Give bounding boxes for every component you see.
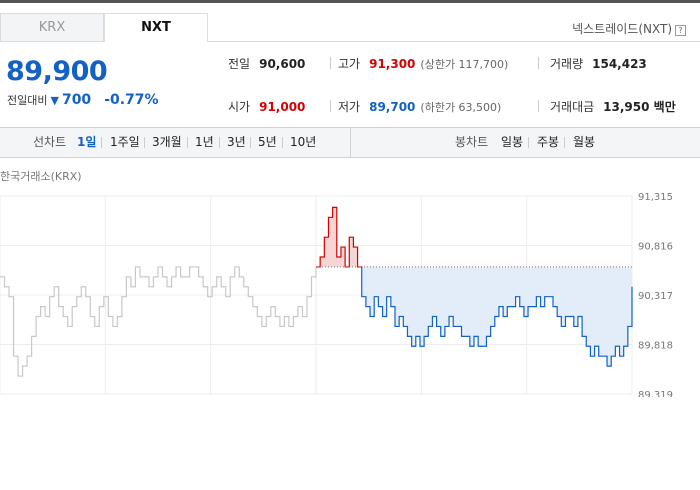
period-3y[interactable]: 3년 (227, 128, 246, 157)
y-tick-label: 89,319 (638, 390, 673, 397)
candle-weekly[interactable]: 주봉 (537, 128, 559, 157)
question-mark-icon[interactable]: ? (675, 25, 686, 36)
exchange-label-text: 넥스트레이드(NXT) (572, 22, 672, 36)
divider (330, 100, 331, 112)
y-tick-label: 91,315 (638, 192, 673, 203)
top-border (0, 0, 700, 3)
stat-volume: 거래량 154,423 (550, 55, 647, 72)
divider (330, 57, 331, 69)
stat-label: 고가 (338, 57, 361, 71)
tab-nxt[interactable]: NXT (104, 13, 208, 42)
divider (538, 57, 539, 69)
change-label: 전일대비 (7, 94, 48, 107)
y-tick-label: 89,818 (638, 341, 673, 352)
divider (564, 137, 565, 148)
divider (187, 137, 188, 148)
stat-label: 거래대금 (550, 100, 595, 114)
stat-value: 91,000 (259, 100, 306, 114)
candle-daily[interactable]: 일봉 (501, 128, 523, 157)
stat-sub: (하한가 63,500) (420, 101, 502, 114)
stat-value: 91,300 (369, 57, 416, 71)
divider (101, 137, 102, 148)
current-price: 89,900 (6, 56, 108, 87)
y-tick-label: 90,816 (638, 242, 673, 253)
stat-high: 고가 91,300 (상한가 117,700) (338, 55, 508, 72)
divider (250, 137, 251, 148)
exchange-label: 넥스트레이드(NXT)? (572, 20, 686, 37)
divider (219, 137, 220, 148)
candle-chart-label: 봉차트 (455, 135, 489, 149)
change-percent: -0.77% (104, 92, 159, 108)
stat-label: 저가 (338, 100, 361, 114)
stat-sub: (상한가 117,700) (420, 58, 509, 71)
stat-value: 90,600 (259, 57, 306, 71)
down-triangle-icon: ▼ (50, 93, 59, 107)
period-5y[interactable]: 5년 (258, 128, 277, 157)
stat-label: 거래량 (550, 57, 584, 71)
chart-controls: 선차트 1일 1주일 3개월 1년 3년 5년 10년 봉차트 일봉 주봉 월봉 (0, 127, 700, 158)
period-3m[interactable]: 3개월 (152, 128, 182, 157)
stat-value: 89,700 (369, 100, 416, 114)
line-chart-label: 선차트 (33, 135, 67, 149)
stat-open: 시가 91,000 (228, 98, 305, 115)
divider (282, 137, 283, 148)
stat-value: 154,423 (592, 57, 647, 71)
period-1w[interactable]: 1주일 (110, 128, 140, 157)
stat-low: 저가 89,700 (하한가 63,500) (338, 98, 501, 115)
y-tick-label: 90,317 (638, 291, 673, 302)
divider (144, 137, 145, 148)
divider (350, 128, 351, 157)
stat-label: 전일 (228, 57, 251, 71)
tab-krx[interactable]: KRX (0, 13, 104, 42)
price-chart: 91,315 90,816 90,317 89,818 89,319 (0, 192, 673, 397)
divider (528, 137, 529, 148)
krx-series-line (0, 266, 317, 377)
period-10y[interactable]: 10년 (290, 128, 316, 157)
period-1y[interactable]: 1년 (195, 128, 214, 157)
change-amount: 700 (61, 92, 92, 108)
stat-turnover: 거래대금 13,950 백만 (550, 98, 676, 115)
stat-prev-close: 전일 90,600 (228, 55, 305, 72)
tab-underline (208, 41, 700, 42)
stat-value: 13,950 백만 (603, 100, 676, 114)
period-1d[interactable]: 1일 (77, 128, 96, 157)
divider (538, 100, 539, 112)
price-change: 전일대비 ▼ 700 -0.77% (7, 92, 159, 108)
candle-monthly[interactable]: 월봉 (573, 128, 595, 157)
stat-label: 시가 (228, 100, 251, 114)
